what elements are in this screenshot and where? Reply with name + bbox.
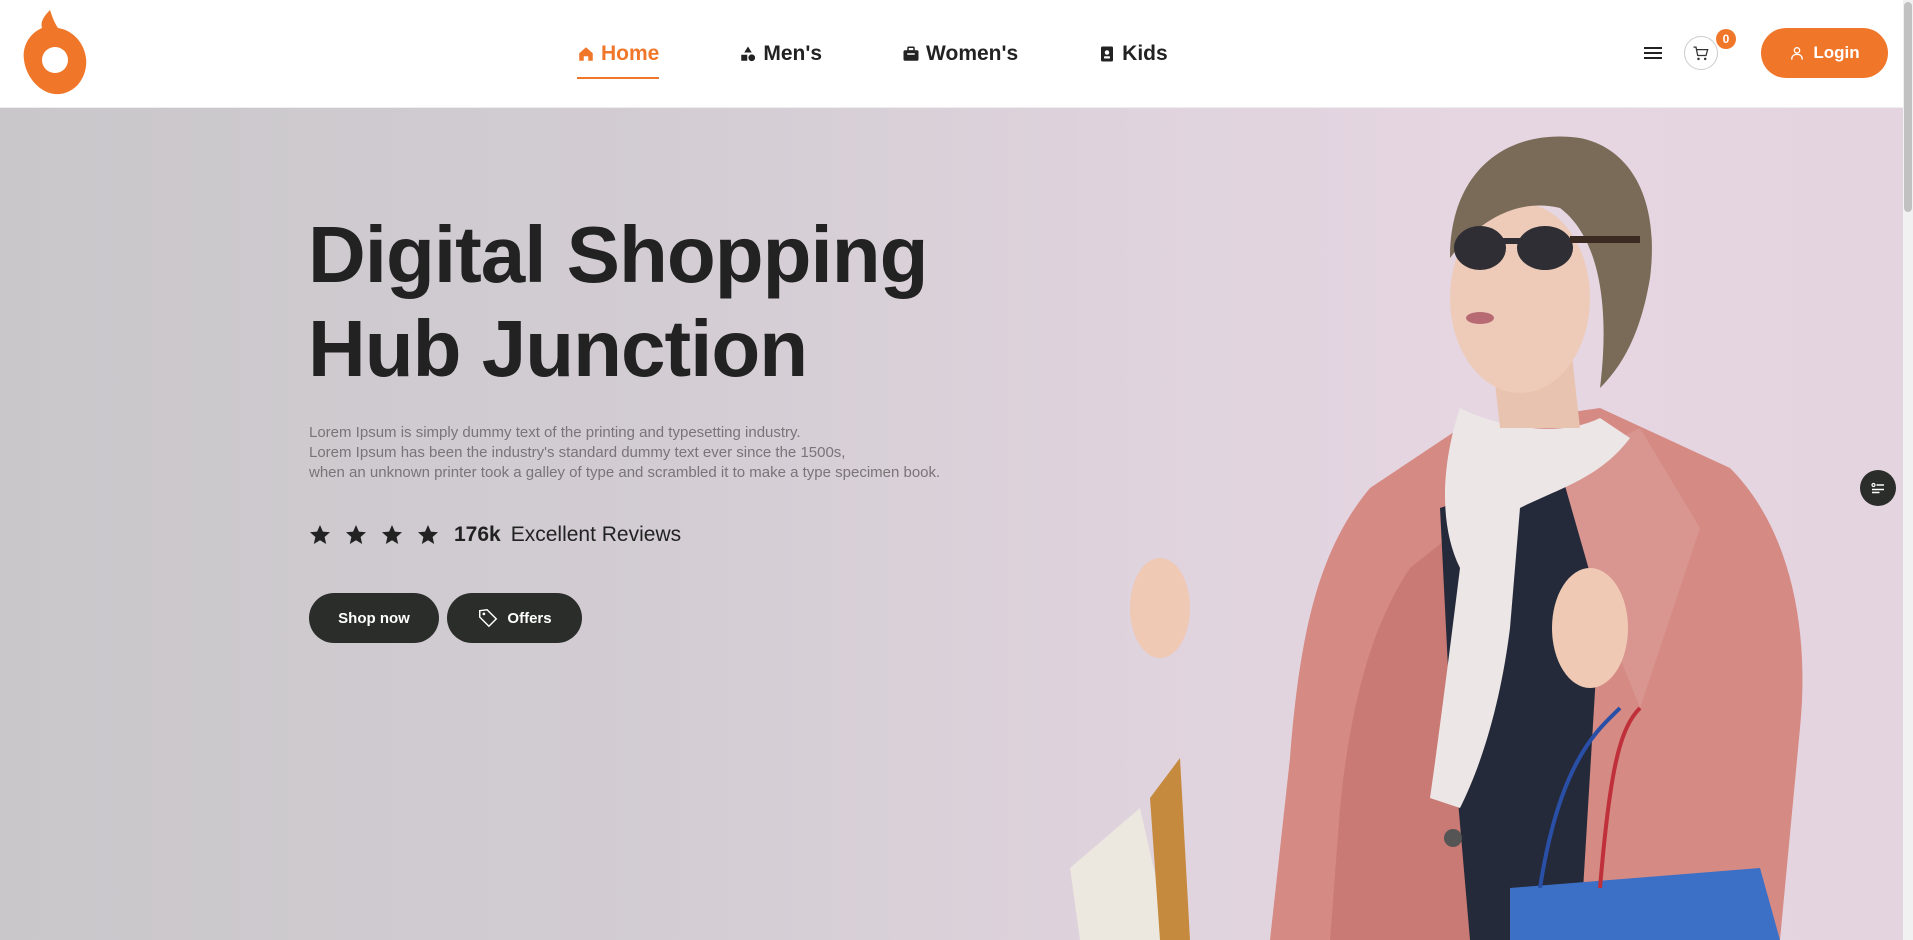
nav-item-label: Kids [1122, 42, 1168, 65]
hero-description: Lorem Ipsum is simply dummy text of the … [309, 423, 1029, 483]
tag-icon [479, 608, 498, 628]
hero-title: Digital Shopping Hub Junction [308, 208, 1008, 396]
shop-now-label: Shop now [338, 609, 410, 627]
star-icon [382, 525, 402, 544]
hero-title-line2: Hub Junction [308, 304, 808, 393]
login-button[interactable]: Login [1761, 28, 1888, 78]
id-badge-icon [1101, 46, 1114, 62]
rating-summary: 176k Excellent Reviews [308, 523, 681, 547]
offers-button[interactable]: Offers [447, 593, 582, 643]
cart-button[interactable] [1684, 36, 1718, 70]
scrollbar-thumb[interactable] [1904, 2, 1912, 212]
main-nav: Home Men's Women's Kids [577, 0, 1168, 108]
nav-item-label: Men's [763, 42, 823, 65]
star-icon [418, 525, 438, 544]
user-icon [1791, 47, 1804, 60]
nav-item-label: Women's [926, 42, 1019, 65]
hamburger-icon[interactable] [1641, 41, 1665, 65]
cart-icon [1693, 46, 1709, 61]
offers-label: Offers [507, 609, 552, 627]
site-header: Home Men's Women's Kids 0 Login [0, 0, 1903, 108]
rating-text: Excellent Reviews [510, 523, 682, 546]
hero-model-image [1040, 108, 1903, 940]
hero-actions: Shop now Offers [309, 593, 582, 643]
nav-item-womens[interactable]: Women's [902, 0, 1018, 108]
origin-logo-icon[interactable] [20, 8, 88, 98]
login-label: Login [1813, 43, 1860, 62]
nav-item-label: Home [601, 42, 660, 65]
briefcase-icon [903, 46, 919, 61]
nav-item-mens[interactable]: Men's [739, 0, 822, 108]
hero-desc-line: Lorem Ipsum is simply dummy text of the … [309, 424, 801, 441]
hero-title-line1: Digital Shopping [308, 210, 928, 299]
filter-list-icon[interactable] [1860, 470, 1896, 506]
rating-count: 176k [454, 523, 501, 546]
home-icon [579, 47, 593, 61]
star-icon [310, 525, 330, 544]
star-icon [346, 525, 366, 544]
cart-count-badge: 0 [1716, 29, 1736, 49]
nav-item-home[interactable]: Home [577, 0, 660, 108]
nav-item-kids[interactable]: Kids [1098, 0, 1168, 108]
rating-stars [308, 523, 440, 547]
shop-now-button[interactable]: Shop now [309, 593, 439, 643]
hero-desc-line: when an unknown printer took a galley of… [309, 464, 941, 481]
hero-section: Digital Shopping Hub Junction Lorem Ipsu… [0, 108, 1903, 940]
shapes-icon [741, 46, 756, 62]
hero-desc-line: Lorem Ipsum has been the industry's stan… [309, 444, 846, 461]
